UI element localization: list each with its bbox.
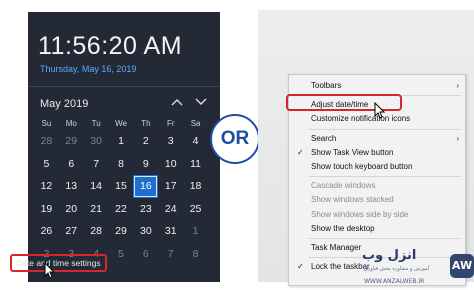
- calendar-day[interactable]: 27: [59, 220, 84, 243]
- menu-item-cascade-windows: Cascade windows: [289, 179, 465, 193]
- calendar-day[interactable]: 8: [109, 153, 134, 176]
- calendar-day[interactable]: 28: [84, 220, 109, 243]
- calendar-day[interactable]: 17: [158, 175, 183, 198]
- mouse-pointer-icon: [374, 102, 386, 119]
- calendar-day[interactable]: 23: [133, 198, 158, 221]
- calendar-day[interactable]: 12: [34, 175, 59, 198]
- calendar-day[interactable]: 29: [59, 130, 84, 153]
- menu-item-label: Cascade windows: [311, 181, 376, 191]
- menu-item-label: Lock the taskbar: [311, 262, 370, 272]
- menu-separator: [309, 128, 461, 130]
- watermark-logo: انزل وب آموزش و مشاوره بخش فناوری WWW.AN…: [362, 248, 474, 290]
- calendar-day[interactable]: 6: [59, 153, 84, 176]
- calendar-day[interactable]: 29: [109, 220, 134, 243]
- menu-item-label: Show windows stacked: [311, 195, 394, 205]
- calendar-day[interactable]: 5: [34, 153, 59, 176]
- clock-date-link[interactable]: Thursday, May 16, 2019: [40, 64, 136, 74]
- weekday-header-row: Su Mo Tu We Th Fr Sa: [34, 119, 208, 128]
- calendar-day[interactable]: 22: [109, 198, 134, 221]
- calendar-day[interactable]: 1: [183, 220, 208, 243]
- watermark-subtitle: آموزش و مشاوره بخش فناوری: [364, 266, 430, 272]
- calendar-day[interactable]: 4: [183, 130, 208, 153]
- menu-item-show-the-desktop[interactable]: Show the desktop: [289, 222, 465, 236]
- mouse-pointer-icon: [44, 262, 56, 279]
- menu-item-label: Customize notification icons: [311, 114, 411, 124]
- calendar-day[interactable]: 11: [183, 153, 208, 176]
- watermark-mark: AW: [450, 254, 474, 278]
- calendar-day[interactable]: 20: [59, 198, 84, 221]
- chevron-down-icon[interactable]: [192, 94, 210, 112]
- menu-item-show-touch-keyboard-button[interactable]: Show touch keyboard button: [289, 160, 465, 174]
- weekday-label: Su: [41, 119, 52, 128]
- calendar-day[interactable]: 30: [133, 220, 158, 243]
- weekday-label: Mo: [65, 119, 77, 128]
- calendar-day[interactable]: 2: [133, 130, 158, 153]
- menu-separator: [309, 176, 461, 178]
- menu-item-show-windows-side-by-side: Show windows side by side: [289, 208, 465, 222]
- clock-calendar-flyout: 11:56:20 AM Thursday, May 16, 2019 May 2…: [28, 12, 220, 282]
- checkmark-icon: ✓: [297, 262, 304, 272]
- calendar-day[interactable]: 18: [183, 175, 208, 198]
- chevron-right-icon: ›: [456, 81, 459, 90]
- calendar-day[interactable]: 28: [34, 130, 59, 153]
- watermark-text: انزل وب: [362, 248, 417, 263]
- menu-item-show-windows-stacked: Show windows stacked: [289, 193, 465, 207]
- or-badge: OR: [210, 114, 260, 164]
- calendar-day[interactable]: 13: [59, 175, 84, 198]
- calendar-day-today[interactable]: 16: [133, 175, 159, 198]
- calendar-day[interactable]: 7: [158, 243, 183, 266]
- menu-item-label: Task Manager: [311, 243, 362, 252]
- menu-item-label: Show the desktop: [311, 223, 375, 233]
- calendar-day[interactable]: 8: [183, 243, 208, 266]
- calendar-day[interactable]: 19: [34, 198, 59, 221]
- calendar-day[interactable]: 30: [84, 130, 109, 153]
- calendar-day[interactable]: 10: [158, 153, 183, 176]
- checkmark-icon: ✓: [297, 147, 304, 157]
- chevron-right-icon: ›: [456, 133, 459, 143]
- menu-item-search[interactable]: Search ›: [289, 132, 465, 146]
- weekday-label: Th: [141, 119, 151, 128]
- menu-item-label: Show touch keyboard button: [311, 162, 413, 171]
- menu-item-toolbars[interactable]: Toolbars ›: [289, 79, 465, 93]
- calendar-day[interactable]: 1: [109, 130, 134, 153]
- weekday-label: We: [115, 119, 127, 128]
- date-time-settings-link[interactable]: Date and time settings: [10, 254, 107, 272]
- month-label[interactable]: May 2019: [40, 98, 88, 110]
- calendar-day[interactable]: 9: [133, 153, 158, 176]
- menu-item-show-task-view-button[interactable]: ✓ Show Task View button: [289, 146, 465, 160]
- menu-item-label: Search: [311, 133, 337, 143]
- calendar-day[interactable]: 26: [34, 220, 59, 243]
- calendar-day[interactable]: 21: [84, 198, 109, 221]
- calendar-day[interactable]: 25: [183, 198, 208, 221]
- divider: [28, 86, 220, 87]
- weekday-label: Tu: [91, 119, 101, 128]
- calendar-day[interactable]: 15: [109, 175, 134, 198]
- watermark-url: WWW.ANZALWEB.IR: [364, 278, 425, 285]
- calendar-day[interactable]: 24: [158, 198, 183, 221]
- calendar-day[interactable]: 5: [109, 243, 134, 266]
- menu-item-label: Show Task View button: [311, 147, 394, 157]
- calendar-day[interactable]: 6: [133, 243, 158, 266]
- calendar-day[interactable]: 14: [84, 175, 109, 198]
- chevron-up-icon[interactable]: [168, 94, 186, 112]
- menu-separator: [309, 238, 461, 239]
- clock-time: 11:56:20 AM: [38, 32, 183, 60]
- menu-item-label: Show windows side by side: [311, 209, 409, 219]
- calendar-day[interactable]: 3: [158, 130, 183, 153]
- calendar-day-grid: 28 29 30 1 2 3 4 5 6 7 8 9 10 11 12 13 14 15 16 17 18 19 20 21 2…: [34, 130, 208, 265]
- weekday-label: Sa: [190, 119, 201, 128]
- calendar-day[interactable]: 31: [158, 220, 183, 243]
- weekday-label: Fr: [166, 119, 175, 128]
- calendar-day[interactable]: 7: [84, 153, 109, 176]
- menu-item-label: Toolbars: [311, 81, 342, 90]
